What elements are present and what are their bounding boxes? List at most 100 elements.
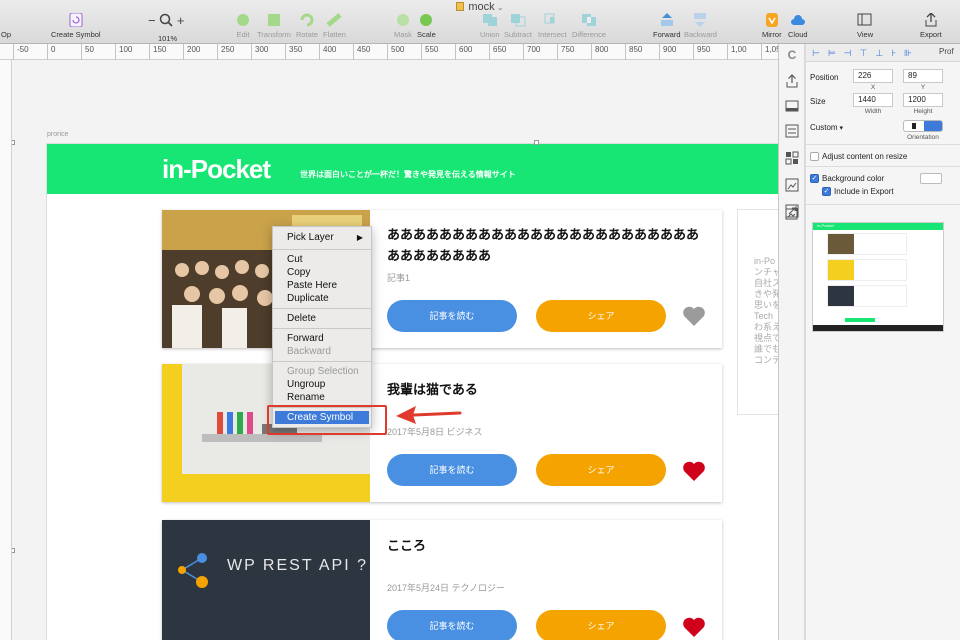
portrait-icon[interactable] xyxy=(912,123,916,129)
heart-icon[interactable] xyxy=(682,305,706,327)
add-image-icon[interactable] xyxy=(785,206,799,220)
mirror-button[interactable]: Mirror xyxy=(762,13,782,39)
zoom-out-button[interactable]: − xyxy=(148,13,156,28)
list-icon[interactable] xyxy=(785,124,799,138)
image-fill-icon[interactable] xyxy=(785,178,799,192)
horizontal-ruler[interactable]: -50 0 50 100 150 200 250 300 350 400 450 500 550 600 6… xyxy=(0,44,815,60)
share-button[interactable]: シェア xyxy=(536,454,666,486)
selection-handle[interactable] xyxy=(534,140,539,145)
article-card[interactable]: 我輩は猫である 2017年5月8日 ビジネス 記事を読む シェア xyxy=(162,364,722,502)
heart-icon[interactable] xyxy=(682,616,706,638)
background-color-label: Background color xyxy=(822,174,885,183)
difference-button[interactable]: Difference xyxy=(572,13,606,39)
artboard-label[interactable]: prorice xyxy=(47,131,68,138)
mirror-icon xyxy=(765,13,778,27)
selection-handle[interactable] xyxy=(12,140,15,145)
ruler-tick: -50 xyxy=(13,44,29,60)
craft-icon[interactable]: C xyxy=(785,48,799,62)
menu-item-paste-here[interactable]: Paste Here xyxy=(273,279,371,292)
article-title[interactable]: ああああああああああああああああああああああああああああああああ xyxy=(387,224,707,266)
union-icon xyxy=(482,14,497,26)
chevron-down-icon[interactable]: ⌄ xyxy=(495,3,504,12)
cloud-button[interactable]: Cloud xyxy=(788,13,808,39)
width-field[interactable]: 1440 xyxy=(853,93,893,107)
heart-icon[interactable] xyxy=(682,460,706,482)
include-export-checkbox[interactable]: ✓ xyxy=(822,187,831,196)
union-button[interactable]: Union xyxy=(480,13,500,39)
orientation-toggle[interactable] xyxy=(903,120,943,132)
article-title[interactable]: こころ xyxy=(387,535,707,556)
menu-item-rename[interactable]: Rename xyxy=(273,391,371,404)
alignment-bar: ⊢⊨⊣⊤⊥⊦⊪ Prof xyxy=(806,44,960,62)
intersect-button[interactable]: Intersect xyxy=(538,13,567,39)
edit-button[interactable]: Edit xyxy=(235,13,251,39)
read-article-button[interactable]: 記事を読む xyxy=(387,454,517,486)
background-color-swatch[interactable] xyxy=(920,173,942,184)
menu-item-pick-layer[interactable]: Pick Layer ▶ xyxy=(273,230,371,246)
rotate-button[interactable]: Rotate xyxy=(296,13,318,39)
ruler-tick: 700 xyxy=(523,44,540,60)
vertical-ruler[interactable] xyxy=(0,60,12,640)
transform-icon xyxy=(267,14,280,26)
canvas[interactable]: prorice in-Pocket 世界は面白いことが一杯だ！驚きや発見を伝える… xyxy=(12,60,778,640)
dropdown-arrow-icon: ▾ xyxy=(837,125,844,132)
intersect-icon xyxy=(544,13,555,24)
rotate-icon xyxy=(300,13,314,27)
forward-button[interactable]: Forward xyxy=(653,13,681,39)
export-button[interactable]: Export xyxy=(920,13,942,39)
menu-item-delete[interactable]: Delete xyxy=(273,312,371,325)
scale-icon xyxy=(420,14,433,26)
symbol-icon xyxy=(69,13,83,27)
toolbar-cut-button[interactable]: Op xyxy=(0,13,14,39)
align-icons[interactable]: ⊢⊨⊣⊤⊥⊦⊪ xyxy=(812,48,920,59)
transform-button[interactable]: Transform xyxy=(257,13,291,39)
article-card[interactable]: ああああああああああああああああああああああああああああああああ 記事1 記事を… xyxy=(162,210,722,348)
prototype-tab-label[interactable]: Prof xyxy=(939,47,954,56)
search-icon xyxy=(159,13,173,27)
toolbar: mock ⌄ Op Create Symbol − + 101% Edit Tr… xyxy=(0,0,960,44)
menu-item-copy[interactable]: Copy xyxy=(273,266,371,279)
zoom-in-button[interactable]: + xyxy=(177,13,185,28)
preview-card xyxy=(827,285,907,307)
menu-item-cut[interactable]: Cut xyxy=(273,253,371,266)
sync-icon[interactable] xyxy=(785,99,799,113)
menu-item-forward[interactable]: Forward xyxy=(273,332,371,345)
height-field[interactable]: 1200 xyxy=(903,93,943,107)
scale-button[interactable]: Scale xyxy=(417,13,436,39)
flatten-button[interactable]: Flatten xyxy=(323,13,346,39)
include-export-label: Include in Export xyxy=(834,187,894,196)
menu-item-ungroup[interactable]: Ungroup xyxy=(273,378,371,391)
upload-icon[interactable] xyxy=(785,74,799,88)
submenu-arrow-icon: ▶ xyxy=(356,233,363,242)
menu-separator xyxy=(273,249,371,250)
subtract-button[interactable]: Subtract xyxy=(504,13,532,39)
read-article-button[interactable]: 記事を読む xyxy=(387,610,517,640)
article-card[interactable]: WP REST API ? こころ 2017年5月24日 テクノロジー 記事を読… xyxy=(162,520,722,640)
sidebar-description: in-Poンチャ自社スきや発思いをTechわ系え視点で誰でもコンテ xyxy=(737,209,778,415)
y-field[interactable]: 89 xyxy=(903,69,943,83)
view-button[interactable]: View xyxy=(857,13,873,39)
article-title[interactable]: 我輩は猫である xyxy=(387,379,707,400)
artboard-preview-thumbnail[interactable]: in-Pocket xyxy=(812,222,944,332)
backward-button[interactable]: Backward xyxy=(684,13,717,39)
preset-dropdown[interactable]: Custom ▾ xyxy=(810,123,843,132)
read-article-button[interactable]: 記事を読む xyxy=(387,300,517,332)
sketch-app: mock ⌄ Op Create Symbol − + 101% Edit Tr… xyxy=(0,0,960,640)
share-button[interactable]: シェア xyxy=(536,610,666,640)
mask-button[interactable]: Mask xyxy=(394,13,412,39)
create-symbol-button[interactable]: Create Symbol xyxy=(51,13,101,39)
selection-handle[interactable] xyxy=(12,548,15,553)
zoom-level: 101% xyxy=(158,34,178,43)
landscape-icon[interactable] xyxy=(924,121,942,131)
background-color-checkbox[interactable]: ✓ xyxy=(810,174,819,183)
menu-item-duplicate[interactable]: Duplicate xyxy=(273,292,371,305)
x-field[interactable]: 226 xyxy=(853,69,893,83)
preview-footer xyxy=(813,325,943,331)
ruler-tick: 850 xyxy=(625,44,642,60)
menu-separator xyxy=(273,361,371,362)
grid-icon[interactable] xyxy=(785,151,799,165)
share-button[interactable]: シェア xyxy=(536,300,666,332)
adjust-content-checkbox[interactable] xyxy=(810,152,819,161)
artboard[interactable]: in-Pocket 世界は面白いことが一杯だ！驚きや発見を伝える情報サイト ああ… xyxy=(46,143,778,640)
divider xyxy=(806,204,960,205)
